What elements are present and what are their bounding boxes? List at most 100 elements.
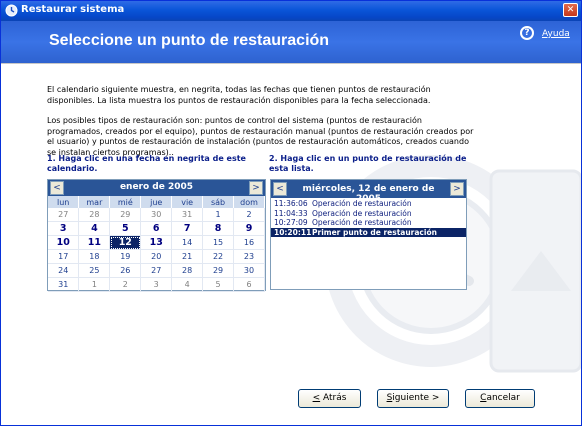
calendar-day[interactable]: 11: [78, 235, 111, 250]
cancel-label: ancelar: [486, 393, 520, 403]
restore-point-item[interactable]: 11:36:06 Operación de restauración: [271, 199, 466, 209]
restore-point-items: 11:36:06 Operación de restauración 11:04:3…: [271, 199, 466, 237]
cancel-button[interactable]: Cancelar: [465, 389, 535, 408]
calendar-day[interactable]: 5: [202, 277, 235, 292]
system-restore-window: Restaurar sistema ✕ Seleccione un punto …: [0, 0, 582, 426]
weekday-label: mié: [109, 196, 142, 208]
calendar-day[interactable]: 1: [78, 277, 111, 292]
restore-point-item[interactable]: 10:27:09 Operación de restauración: [271, 218, 466, 228]
calendar-day[interactable]: 19: [109, 249, 142, 264]
back-label: Atrás: [320, 393, 347, 403]
restore-list-header: < miércoles, 12 de enero de 2005 >: [271, 180, 466, 204]
calendar-day[interactable]: 9: [233, 221, 265, 236]
calendar-day[interactable]: 2: [233, 208, 265, 222]
calendar-day[interactable]: 17: [48, 249, 80, 264]
calendar-week-row: 10 11 12 13 14 15 16: [48, 235, 265, 250]
calendar-week-row: 31 1 2 3 4 5 6: [48, 277, 265, 292]
back-mnemonic: <: [312, 393, 321, 403]
calendar-day[interactable]: 15: [202, 235, 235, 250]
restore-point-description: Primer punto de restauración: [312, 227, 437, 237]
calendar-header: < enero de 2005 >: [48, 180, 265, 196]
calendar-day[interactable]: 6: [140, 221, 173, 236]
previous-month-button[interactable]: <: [50, 181, 64, 195]
calendar-day[interactable]: 31: [48, 277, 80, 292]
restore-point-time: 10:20:11: [274, 227, 312, 237]
restore-point-time: 11:04:33: [274, 208, 308, 218]
help-icon[interactable]: ?: [520, 26, 534, 40]
header-band: Seleccione un punto de restauración ? Ay…: [1, 21, 581, 63]
step-1-instruction: 1. Haga clic en una fecha en negrita de …: [47, 154, 246, 173]
calendar-week-row: 24 25 26 27 28 29 30: [48, 263, 265, 278]
calendar-day[interactable]: 5: [109, 221, 142, 236]
calendar-day[interactable]: 6: [233, 277, 265, 292]
title-bar[interactable]: Restaurar sistema ✕: [1, 1, 581, 21]
calendar-day-selected[interactable]: 12: [109, 235, 142, 250]
restore-point-item-selected[interactable]: 10:20:11Primer punto de restauración: [271, 227, 466, 237]
intro-paragraph-restore-types: Los posibles tipos de restauración son: …: [47, 116, 474, 157]
calendar-day[interactable]: 7: [171, 221, 204, 236]
calendar-week-row: 27 28 29 30 31 1 2: [48, 208, 265, 222]
help-link[interactable]: Ayuda: [542, 29, 570, 39]
previous-day-button[interactable]: <: [273, 182, 287, 196]
restore-point-description: Operación de restauración: [312, 208, 412, 218]
restore-point-time: 10:27:09: [274, 218, 308, 227]
calendar-day[interactable]: 27: [140, 263, 173, 278]
calendar-day[interactable]: 14: [171, 235, 204, 250]
calendar-day[interactable]: 13: [140, 235, 173, 250]
calendar-month-label: enero de 2005: [119, 182, 194, 192]
calendar-day[interactable]: 24: [48, 263, 80, 278]
calendar-days: 27 28 29 30 31 1 2 3 4 5 6 7 8 9 10 11 12 13 14 15 16 17 18 19 2…: [48, 208, 265, 292]
restore-point-description: Operación de restauración: [312, 218, 412, 227]
calendar-day[interactable]: 30: [140, 208, 173, 222]
weekday-label: vie: [171, 196, 204, 208]
weekday-label: mar: [78, 196, 111, 208]
calendar-day[interactable]: 26: [109, 263, 142, 278]
calendar-day[interactable]: 2: [109, 277, 142, 292]
calendar-week-row: 17 18 19 20 21 22 23: [48, 249, 265, 264]
weekday-label: lun: [48, 196, 80, 208]
calendar-day[interactable]: 29: [202, 263, 235, 278]
calendar-day[interactable]: 22: [202, 249, 235, 264]
calendar-day[interactable]: 20: [140, 249, 173, 264]
calendar-day[interactable]: 1: [202, 208, 235, 222]
calendar-day[interactable]: 30: [233, 263, 265, 278]
calendar-day[interactable]: 25: [78, 263, 111, 278]
calendar-day[interactable]: 3: [140, 277, 173, 292]
calendar-day[interactable]: 21: [171, 249, 204, 264]
system-restore-app-icon: [5, 4, 18, 17]
step-2-instruction: 2. Haga clic en un punto de restauración…: [269, 154, 467, 173]
calendar-day[interactable]: 23: [233, 249, 265, 264]
restore-point-list: < miércoles, 12 de enero de 2005 > 11:36…: [270, 179, 467, 290]
calendar-day[interactable]: 4: [78, 221, 111, 236]
calendar-day[interactable]: 4: [171, 277, 204, 292]
calendar-day[interactable]: 28: [171, 263, 204, 278]
calendar-week-row: 3456789: [48, 221, 265, 236]
next-day-button[interactable]: >: [450, 182, 464, 196]
restore-point-time: 11:36:06: [274, 199, 308, 208]
intro-paragraph-calendar: El calendario siguiente muestra, en negr…: [47, 85, 431, 105]
next-month-button[interactable]: >: [249, 181, 263, 195]
header-divider: [1, 63, 581, 64]
calendar-day[interactable]: 3: [48, 221, 80, 236]
weekday-label: dom: [233, 196, 265, 208]
calendar-day[interactable]: 16: [233, 235, 265, 250]
calendar-day[interactable]: 31: [171, 208, 204, 222]
next-label: iguiente >: [392, 393, 440, 403]
weekday-label: jue: [140, 196, 173, 208]
calendar-day[interactable]: 28: [78, 208, 111, 222]
calendar-grid: lun mar mié jue vie sáb dom 27 28 29 30 31 1 2…: [48, 196, 265, 292]
back-button[interactable]: < Atrás: [298, 389, 361, 408]
calendar-day[interactable]: 18: [78, 249, 111, 264]
weekday-label: sáb: [202, 196, 235, 208]
calendar-day[interactable]: 10: [48, 235, 80, 250]
calendar-day[interactable]: 29: [109, 208, 142, 222]
window-title: Restaurar sistema: [21, 4, 125, 15]
calendar-day[interactable]: 27: [48, 208, 80, 222]
next-button[interactable]: Siguiente >: [377, 389, 449, 408]
restore-point-item[interactable]: 11:04:33 Operación de restauración: [271, 209, 466, 219]
close-button[interactable]: ✕: [563, 3, 578, 17]
restore-calendar: < enero de 2005 > lun mar mié jue vie sá…: [47, 179, 266, 292]
calendar-day[interactable]: 8: [202, 221, 235, 236]
weekday-header-row: lun mar mié jue vie sáb dom: [48, 196, 265, 208]
restore-point-description: Operación de restauración: [312, 199, 412, 208]
